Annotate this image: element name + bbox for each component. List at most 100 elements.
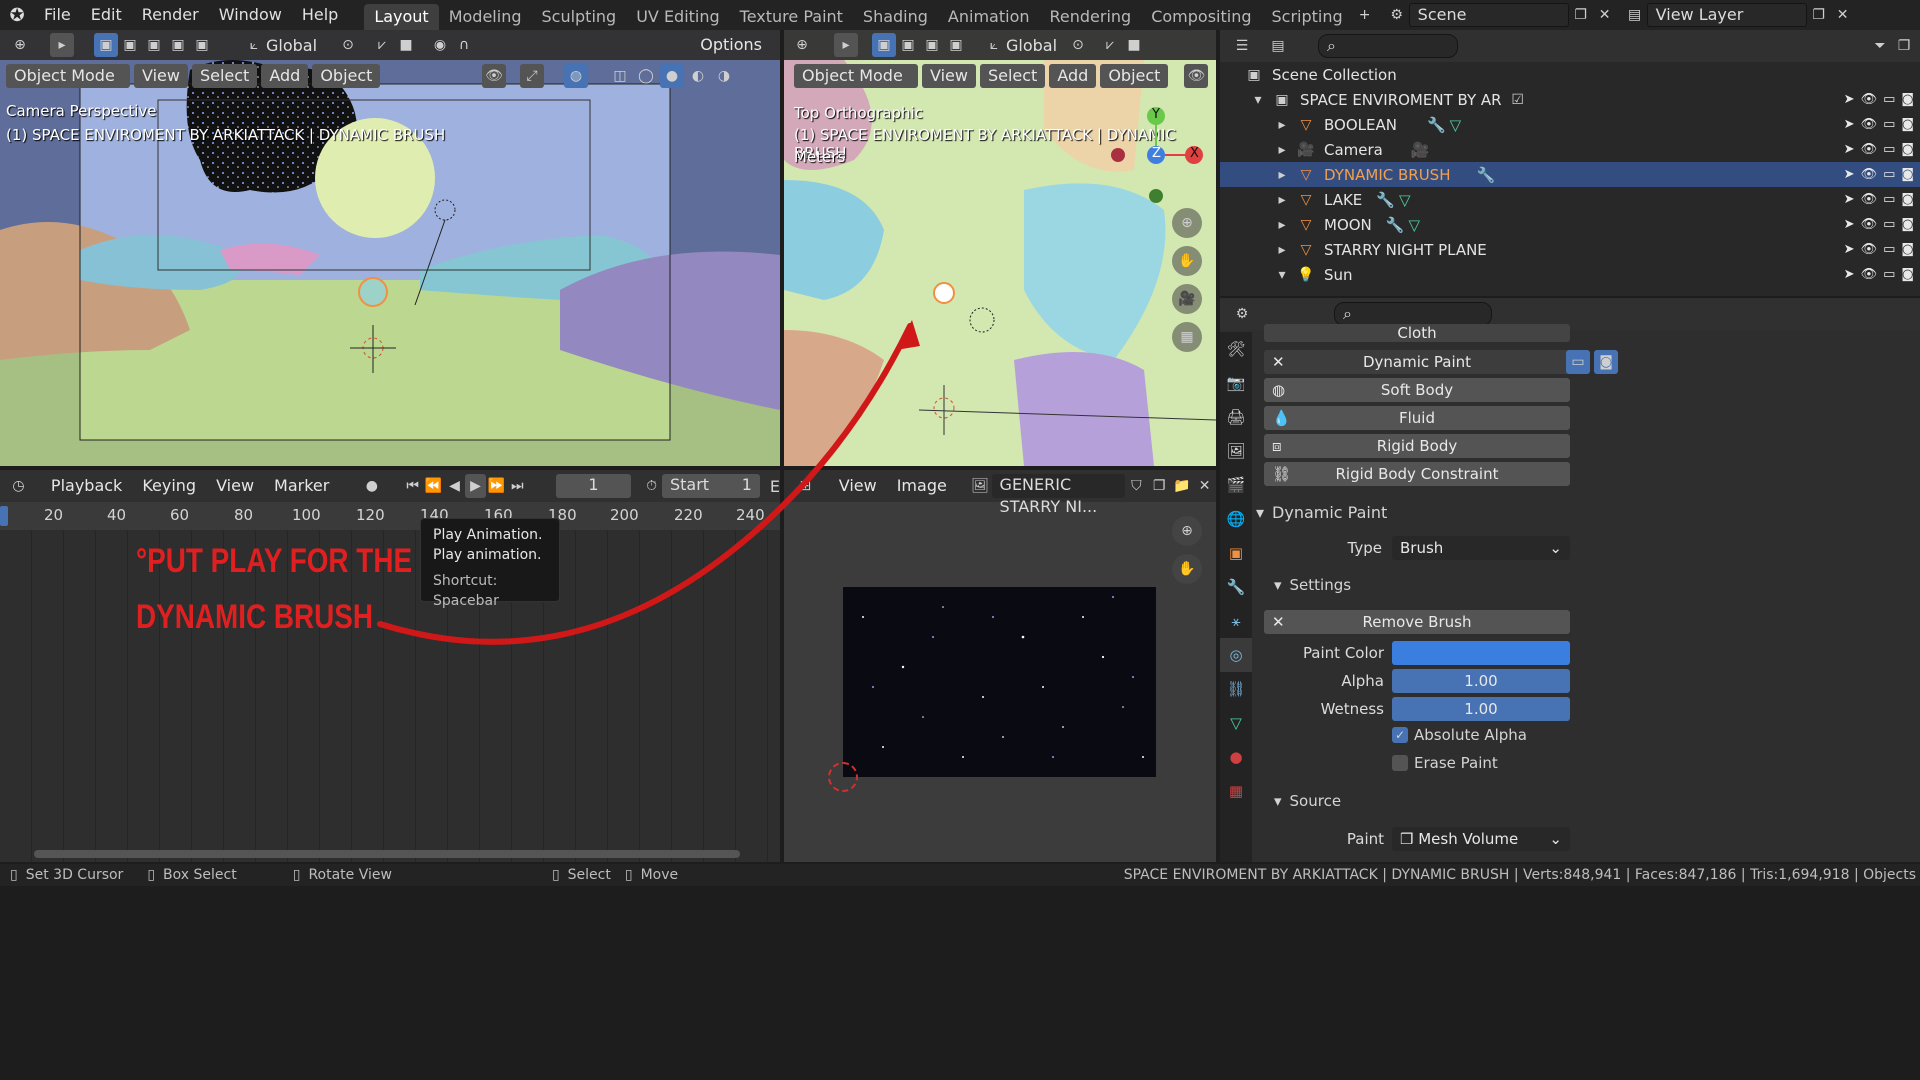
editor-type-icon[interactable]: ⊞: [794, 474, 817, 498]
menu-window[interactable]: Window: [209, 0, 292, 30]
paint-source-dropdown[interactable]: ❒ Mesh Volume ⌄: [1392, 827, 1570, 851]
menu-marker[interactable]: Marker: [266, 474, 337, 498]
jump-end-icon[interactable]: ⏭: [507, 474, 528, 498]
snap-element-icon[interactable]: ■: [394, 33, 418, 57]
physics-tab-icon[interactable]: ◎: [1220, 638, 1252, 672]
select-mode-subtract-icon[interactable]: ▣: [142, 33, 166, 57]
rendered-shading-icon[interactable]: ◑: [712, 64, 736, 88]
monitor-icon[interactable]: ▭: [1883, 167, 1895, 182]
monitor-icon[interactable]: ▭: [1883, 117, 1895, 132]
outliner-item-dynamic-brush[interactable]: ▸ ▽ DYNAMIC BRUSH 🔧 ➤ 👁 ▭ ◙: [1220, 162, 1920, 187]
auto-keying-icon[interactable]: ●: [361, 474, 382, 498]
menu-edit[interactable]: Edit: [81, 0, 132, 30]
menu-view[interactable]: View: [922, 64, 976, 88]
close-scene-icon[interactable]: ✕: [1593, 3, 1617, 27]
selectable-arrow-icon[interactable]: ➤: [1844, 192, 1855, 207]
falloff-icon[interactable]: ∩: [452, 33, 476, 57]
particles-tab-icon[interactable]: ⚹: [1220, 604, 1252, 638]
output-tab-icon[interactable]: 🖨: [1220, 400, 1252, 434]
absolute-alpha-checkbox[interactable]: ✓ Absolute Alpha: [1392, 726, 1527, 744]
select-tool-icon[interactable]: ▸: [834, 33, 858, 57]
blender-logo-icon[interactable]: ✪: [0, 0, 34, 30]
scene-selector[interactable]: Scene: [1408, 3, 1569, 27]
menu-select[interactable]: Select: [191, 64, 258, 88]
paint-color-swatch[interactable]: [1392, 641, 1570, 665]
jump-keyframe-back-icon[interactable]: ⏪: [423, 474, 444, 498]
mesh-data-icon[interactable]: ▽: [1408, 216, 1420, 234]
tab-sculpting[interactable]: Sculpting: [531, 4, 626, 30]
editor-type-icon[interactable]: ⊕: [8, 33, 32, 57]
wireframe-shading-icon[interactable]: ◯: [634, 64, 658, 88]
image-editor[interactable]: ⊞ View Image 🖼 GENERIC STARRY NI... ⛉ ❐ …: [784, 470, 1216, 862]
jump-start-icon[interactable]: ⏮: [402, 474, 423, 498]
transform-orientation-icon[interactable]: ⟀: [982, 33, 1006, 57]
gizmo-icon[interactable]: ⤢: [520, 64, 544, 88]
menu-add[interactable]: Add: [261, 64, 309, 88]
eye-icon[interactable]: 👁: [1861, 117, 1878, 132]
outliner-item-boolean[interactable]: ▸ ▽ BOOLEAN 🔧 ▽ ➤ 👁 ▭ ◙: [1220, 112, 1920, 137]
alpha-slider[interactable]: 1.00: [1392, 669, 1570, 693]
camera-render-icon[interactable]: ◙: [1901, 92, 1914, 107]
outliner-scene-collection[interactable]: ▣ Scene Collection: [1220, 62, 1920, 87]
snap-icon[interactable]: ⩗: [370, 33, 394, 57]
jump-keyframe-forward-icon[interactable]: ⏩: [486, 474, 507, 498]
pivot-point-icon[interactable]: ⊙: [336, 33, 360, 57]
tab-animation[interactable]: Animation: [938, 4, 1040, 30]
menu-add[interactable]: Add: [1049, 64, 1097, 88]
unlink-image-icon[interactable]: ✕: [1193, 474, 1216, 498]
ortho-grid-icon[interactable]: ▦: [1172, 322, 1202, 352]
start-frame-field[interactable]: Start 1: [661, 474, 760, 498]
expand-triangle-icon[interactable]: ▸: [1270, 238, 1294, 262]
transform-orientation-icon[interactable]: ⟀: [242, 33, 266, 57]
cloth-button[interactable]: Cloth: [1264, 324, 1570, 342]
menu-render[interactable]: Render: [132, 0, 209, 30]
eye-icon[interactable]: 👁: [1861, 217, 1878, 232]
select-mode-extend-icon[interactable]: ▣: [896, 33, 920, 57]
modifier-wrench-icon[interactable]: 🔧: [1386, 216, 1405, 234]
monitor-icon[interactable]: ▭: [1883, 92, 1895, 107]
image-name-field[interactable]: GENERIC STARRY NI...: [991, 474, 1126, 516]
eye-icon[interactable]: 👁: [1861, 267, 1878, 282]
data-tab-icon[interactable]: ▽: [1220, 706, 1252, 740]
render-tab-icon[interactable]: 📷: [1220, 366, 1252, 400]
pan-hand-icon[interactable]: ✋: [1172, 246, 1202, 276]
selectable-arrow-icon[interactable]: ➤: [1844, 167, 1855, 182]
constraints-tab-icon[interactable]: ⛓: [1220, 672, 1252, 706]
new-image-icon[interactable]: ❐: [1148, 474, 1171, 498]
editor-type-icon[interactable]: ⊕: [790, 33, 814, 57]
camera-render-icon[interactable]: ◙: [1901, 167, 1914, 182]
play-reverse-icon[interactable]: ◀: [444, 474, 465, 498]
add-workspace-icon[interactable]: +: [1353, 3, 1377, 27]
tab-texture-paint[interactable]: Texture Paint: [730, 4, 853, 30]
material-shading-icon[interactable]: ◐: [686, 64, 710, 88]
play-icon[interactable]: ▶: [465, 474, 486, 498]
view-layer-selector[interactable]: View Layer: [1646, 3, 1807, 27]
display-mode-icon[interactable]: ▤: [1266, 34, 1290, 58]
object-tab-icon[interactable]: ▣: [1220, 536, 1252, 570]
proportional-edit-icon[interactable]: ◉: [428, 33, 452, 57]
expand-triangle-icon[interactable]: ▸: [1270, 213, 1294, 237]
remove-x-icon[interactable]: ✕: [1272, 353, 1285, 371]
snap-icon[interactable]: ⩗: [1098, 33, 1122, 57]
xray-icon[interactable]: ◫: [608, 64, 632, 88]
eye-icon[interactable]: 👁: [1861, 142, 1878, 157]
solid-shading-icon[interactable]: ●: [660, 64, 684, 88]
menu-playback[interactable]: Playback: [43, 474, 130, 498]
transform-orientation-dropdown[interactable]: Global: [266, 36, 326, 55]
selectable-arrow-icon[interactable]: ➤: [1844, 117, 1855, 132]
tab-rendering[interactable]: Rendering: [1040, 4, 1142, 30]
stopwatch-icon[interactable]: ⏱: [641, 474, 662, 498]
tool-tab-icon[interactable]: 🛠: [1220, 332, 1252, 366]
select-mode-extend-icon[interactable]: ▣: [118, 33, 142, 57]
editor-type-icon[interactable]: ⚙: [1230, 302, 1254, 326]
collapse-triangle-icon[interactable]: ▾: [1270, 263, 1294, 287]
tab-modeling[interactable]: Modeling: [439, 4, 532, 30]
timeline-scrollbar[interactable]: [34, 850, 740, 858]
remove-brush-button[interactable]: ✕ Remove Brush: [1264, 610, 1570, 634]
current-frame-field[interactable]: 1: [555, 474, 632, 498]
outliner-item-sun[interactable]: ▾ 💡 Sun ➤ 👁 ▭ ◙: [1220, 262, 1920, 287]
fluid-button[interactable]: 💧 Fluid: [1264, 406, 1570, 430]
fake-user-shield-icon[interactable]: ⛉: [1125, 474, 1148, 498]
modifier-wrench-icon[interactable]: 🔧: [1376, 191, 1395, 209]
menu-view[interactable]: View: [134, 64, 188, 88]
